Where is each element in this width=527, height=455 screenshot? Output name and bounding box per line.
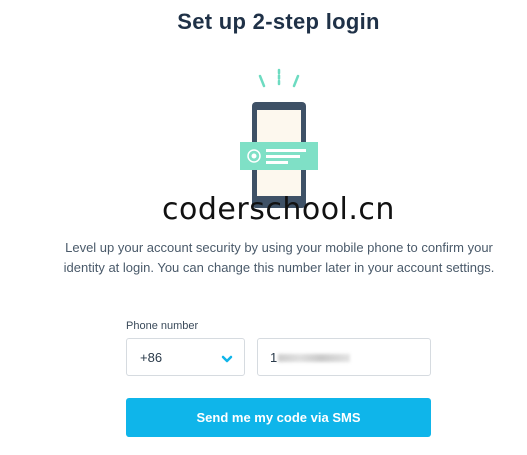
- phone-number-label: Phone number: [126, 320, 199, 332]
- two-step-setup-page: Set up 2-step login coderschool.cn Level…: [0, 0, 527, 455]
- watermark-text: coderschool.cn: [162, 192, 395, 227]
- country-code-value: +86: [140, 350, 163, 365]
- page-title: Set up 2-step login: [177, 9, 380, 34]
- country-code-select[interactable]: +86: [126, 338, 245, 376]
- send-sms-code-button[interactable]: Send me my code via SMS: [126, 398, 431, 437]
- chevron-down-icon: [221, 352, 233, 364]
- redacted-phone-digits: [278, 354, 350, 362]
- description-text: Level up your account security by using …: [63, 240, 495, 275]
